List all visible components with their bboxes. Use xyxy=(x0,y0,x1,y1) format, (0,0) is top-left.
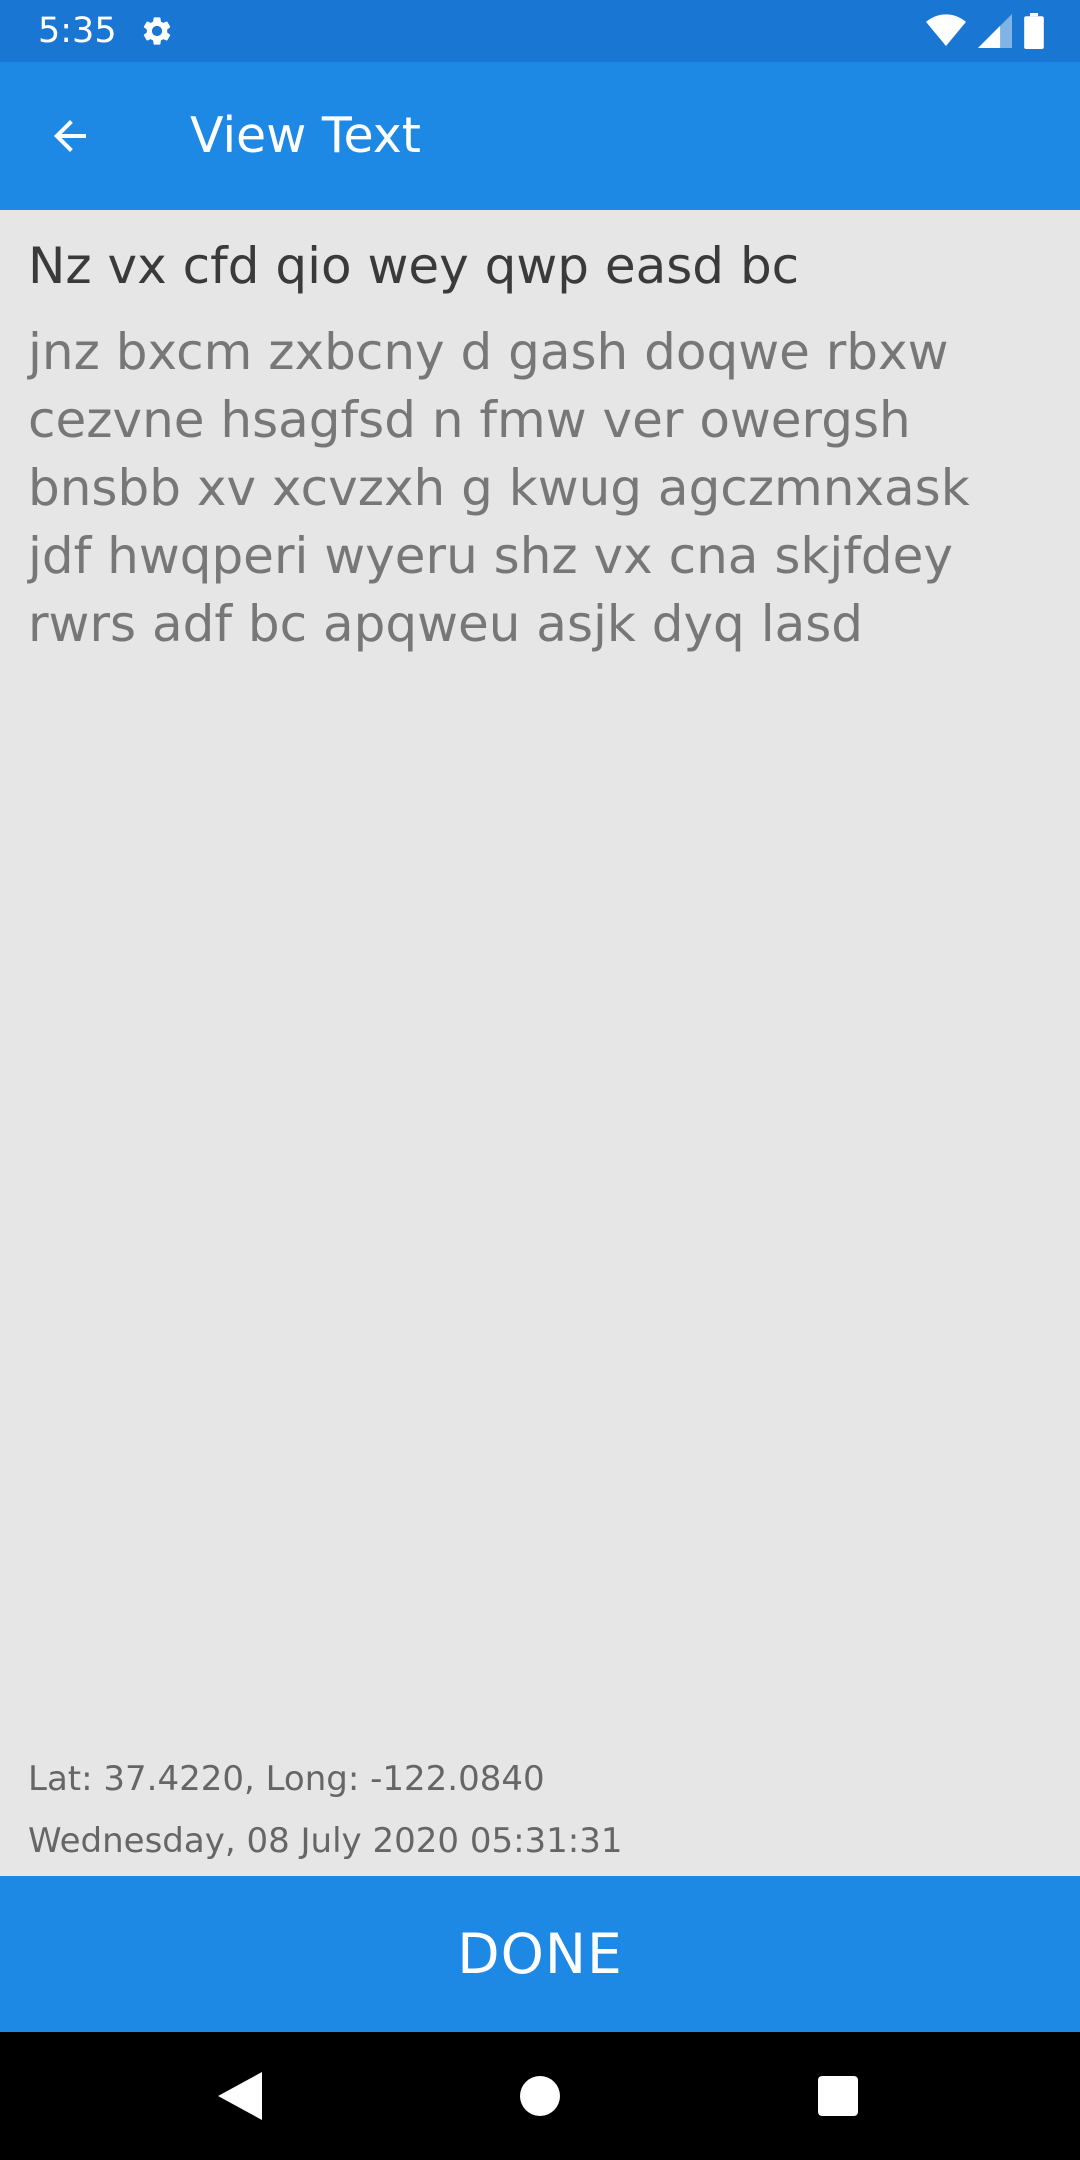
cellular-signal-icon xyxy=(978,14,1012,48)
done-button[interactable]: DONE xyxy=(0,1876,1080,2032)
app-bar: View Text xyxy=(0,62,1080,210)
gear-icon xyxy=(143,17,171,45)
page-title: View Text xyxy=(190,107,421,164)
note-title: Nz vx cfd qio wey qwp easd bc xyxy=(28,237,800,295)
navigation-bar xyxy=(0,2032,1080,2160)
arrow-back-icon xyxy=(54,120,86,152)
nav-home-button[interactable] xyxy=(510,2066,570,2126)
note-content: Nz vx cfd qio wey qwp easd bc jnz bxcm z… xyxy=(28,232,1048,658)
status-bar: 5:35 xyxy=(0,0,1080,62)
nav-recents-icon xyxy=(818,2076,858,2116)
nav-back-icon xyxy=(218,2072,262,2120)
nav-back-button[interactable] xyxy=(210,2066,270,2126)
status-icons xyxy=(926,12,1044,50)
back-button[interactable] xyxy=(30,102,110,170)
battery-icon xyxy=(1024,13,1044,49)
nav-recents-button[interactable] xyxy=(808,2066,868,2126)
nav-home-icon xyxy=(520,2076,560,2116)
note-body: jnz bxcm zxbcny d gash doqwe rbxw cezvne… xyxy=(28,323,970,653)
note-location: Lat: 37.4220, Long: -122.0840 xyxy=(28,1759,545,1799)
note-date: Wednesday, 08 July 2020 05:31:31 xyxy=(28,1821,623,1861)
status-time: 5:35 xyxy=(38,11,117,51)
wifi-icon xyxy=(926,14,966,47)
